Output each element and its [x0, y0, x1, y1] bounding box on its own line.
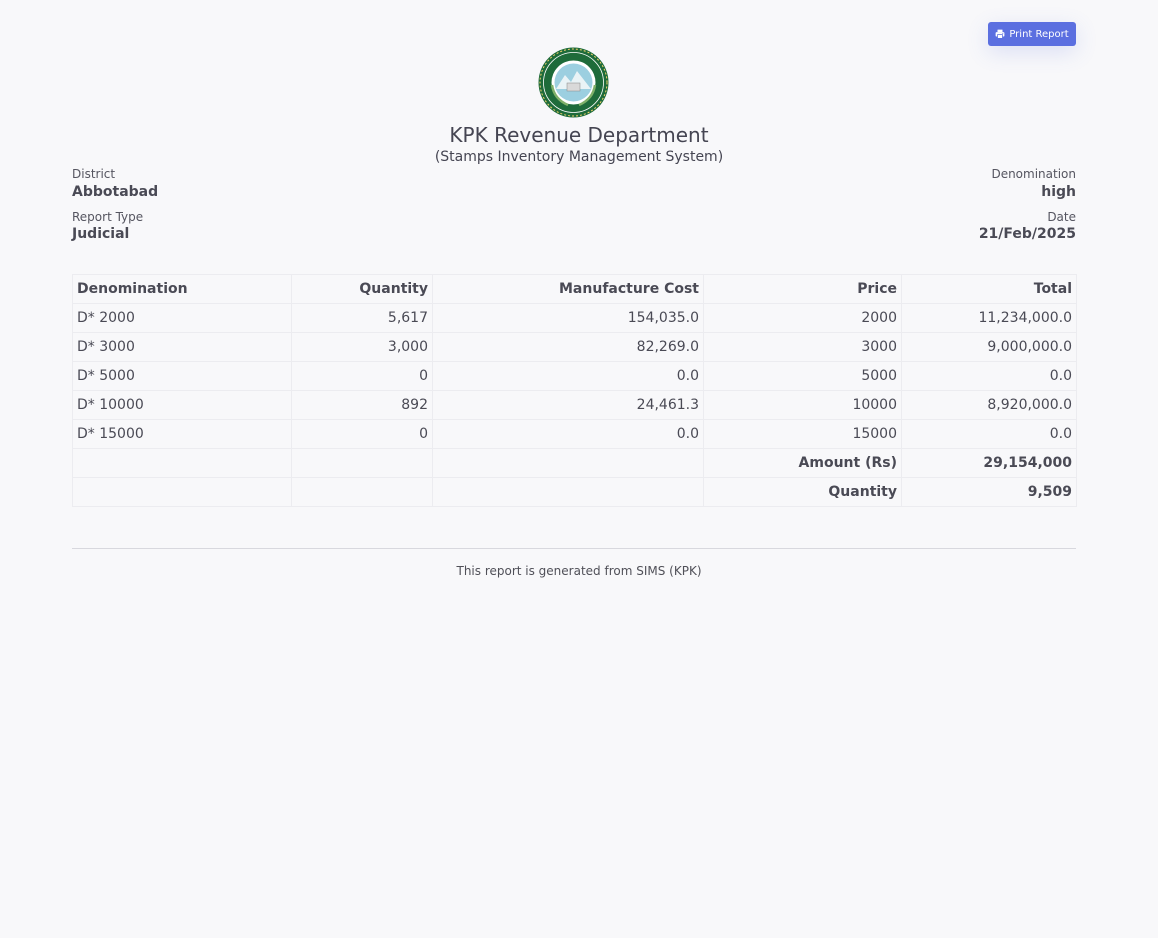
cell-quantity: 0: [291, 361, 433, 391]
print-report-button[interactable]: Print Report: [988, 22, 1076, 46]
empty-cell: [291, 448, 433, 478]
cell-denomination: D* 15000: [72, 419, 292, 449]
report-type-label: Report Type: [72, 210, 144, 224]
summary-row-amount: Amount (Rs) 29,154,000: [72, 448, 1077, 478]
district-value: Abbotabad: [72, 184, 159, 200]
column-header-total: Total: [901, 274, 1077, 304]
column-header-denomination: Denomination: [72, 274, 292, 304]
date-label: Date: [1047, 210, 1076, 224]
column-header-quantity: Quantity: [291, 274, 433, 304]
cell-quantity: 5,617: [291, 303, 433, 333]
cell-denomination: D* 5000: [72, 361, 292, 391]
cell-price: 3000: [703, 332, 902, 362]
cell-quantity: 3,000: [291, 332, 433, 362]
date-value: 21/Feb/2025: [978, 226, 1076, 242]
page-subtitle: (Stamps Inventory Management System): [434, 149, 724, 165]
printer-icon: [995, 29, 1005, 39]
empty-cell: [72, 477, 292, 507]
cell-price: 10000: [703, 390, 902, 420]
cell-total: 0.0: [901, 419, 1077, 449]
footer-note: This report is generated from SIMS (KPK): [456, 564, 702, 578]
cell-quantity: 0: [291, 419, 433, 449]
print-report-label: Print Report: [1009, 28, 1069, 40]
report-type-value: Judicial: [72, 226, 130, 242]
amount-value: 29,154,000: [901, 448, 1077, 478]
report-page: Print Report KPK Revenue Department (Sta…: [0, 0, 1158, 938]
empty-cell: [432, 448, 704, 478]
footer-divider: [72, 548, 1076, 549]
empty-cell: [432, 477, 704, 507]
district-label: District: [72, 167, 116, 181]
amount-label: Amount (Rs): [703, 448, 902, 478]
cell-manufacture-cost: 24,461.3: [432, 390, 704, 420]
column-header-manufacture-cost: Manufacture Cost: [432, 274, 704, 304]
table-row: D* 5000 0 0.0 5000 0.0: [72, 361, 1077, 391]
table-row: D* 2000 5,617 154,035.0 2000 11,234,000.…: [72, 303, 1077, 333]
stock-report-table: Denomination Quantity Manufacture Cost P…: [72, 274, 1077, 507]
denomination-label: Denomination: [991, 167, 1076, 181]
cell-total: 11,234,000.0: [901, 303, 1077, 333]
table-row: D* 15000 0 0.0 15000 0.0: [72, 419, 1077, 449]
column-header-price: Price: [703, 274, 902, 304]
cell-price: 2000: [703, 303, 902, 333]
cell-denomination: D* 3000: [72, 332, 292, 362]
cell-quantity: 892: [291, 390, 433, 420]
summary-row-quantity: Quantity 9,509: [72, 477, 1077, 507]
empty-cell: [72, 448, 292, 478]
page-title: KPK Revenue Department: [449, 123, 709, 147]
table-row: D* 10000 892 24,461.3 10000 8,920,000.0: [72, 390, 1077, 420]
cell-total: 0.0: [901, 361, 1077, 391]
cell-price: 5000: [703, 361, 902, 391]
quantity-total-value: 9,509: [901, 477, 1077, 507]
table-header-row: Denomination Quantity Manufacture Cost P…: [72, 274, 1077, 304]
empty-cell: [291, 477, 433, 507]
denomination-value: high: [1041, 184, 1076, 200]
kpk-seal-logo-icon: [538, 47, 609, 118]
cell-manufacture-cost: 0.0: [432, 419, 704, 449]
cell-denomination: D* 2000: [72, 303, 292, 333]
cell-manufacture-cost: 154,035.0: [432, 303, 704, 333]
cell-denomination: D* 10000: [72, 390, 292, 420]
quantity-total-label: Quantity: [703, 477, 902, 507]
cell-manufacture-cost: 82,269.0: [432, 332, 704, 362]
cell-price: 15000: [703, 419, 902, 449]
cell-total: 9,000,000.0: [901, 332, 1077, 362]
cell-total: 8,920,000.0: [901, 390, 1077, 420]
table-row: D* 3000 3,000 82,269.0 3000 9,000,000.0: [72, 332, 1077, 362]
cell-manufacture-cost: 0.0: [432, 361, 704, 391]
